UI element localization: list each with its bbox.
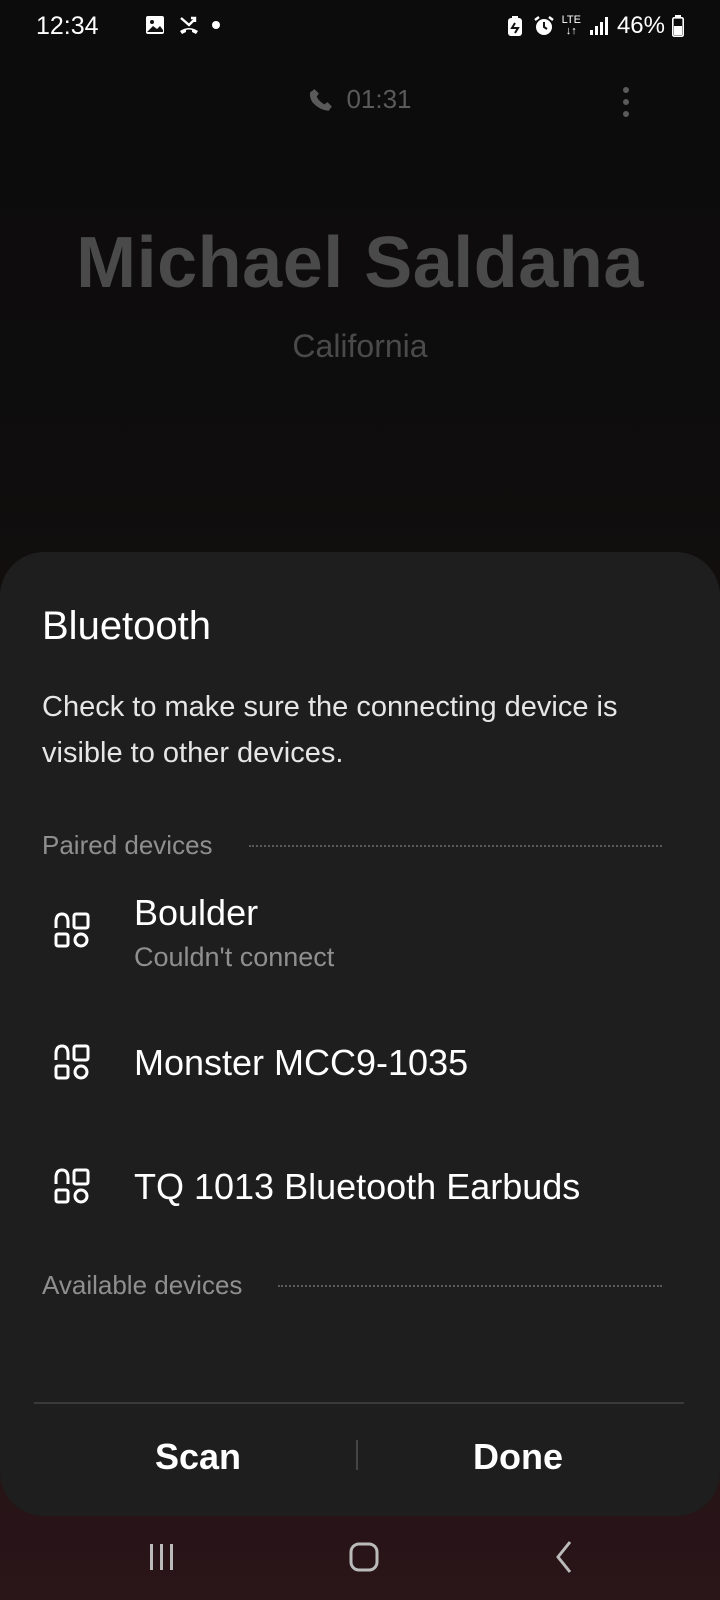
bluetooth-sheet: Bluetooth Check to make sure the connect… xyxy=(0,552,720,1516)
paired-devices-header: Paired devices xyxy=(42,830,662,861)
device-name: Boulder xyxy=(134,892,259,933)
notification-dot-icon xyxy=(212,21,220,29)
audio-device-icon xyxy=(54,1168,90,1204)
navigation-bar xyxy=(0,1516,720,1600)
device-item-tq-1013[interactable]: TQ 1013 Bluetooth Earbuds xyxy=(0,1144,720,1244)
signal-icon xyxy=(589,17,608,35)
more-vert-icon[interactable] xyxy=(616,86,636,118)
audio-device-icon xyxy=(54,1044,90,1080)
device-status: Couldn't connect xyxy=(134,942,335,972)
device-item-monster[interactable]: Monster MCC9-1035 xyxy=(0,1022,720,1122)
section-divider xyxy=(248,844,662,847)
audio-device-icon xyxy=(54,912,90,948)
available-devices-label: Available devices xyxy=(42,1270,243,1300)
device-name: Monster MCC9-1035 xyxy=(134,1042,469,1083)
alarm-icon xyxy=(533,16,554,35)
caller-location: California xyxy=(292,328,428,364)
status-bar: 12:34 LTE ↓↑ 46% xyxy=(0,0,720,54)
missed-call-icon xyxy=(180,16,198,34)
sheet-title: Bluetooth xyxy=(42,604,212,648)
section-divider xyxy=(278,1284,662,1287)
recents-icon[interactable] xyxy=(138,1536,186,1580)
caller-name: Michael Saldana xyxy=(76,223,644,303)
done-button[interactable]: Done xyxy=(368,1422,668,1492)
available-devices-header: Available devices xyxy=(42,1270,662,1301)
call-duration: 01:31 xyxy=(346,84,412,114)
phone-icon xyxy=(310,88,333,111)
battery-percent: 46% xyxy=(616,12,665,39)
call-timer: 01:31 xyxy=(0,84,720,115)
device-item-boulder[interactable]: Boulder Couldn't connect xyxy=(0,882,720,1002)
home-icon[interactable] xyxy=(340,1536,388,1580)
lte-icon: LTE ↓↑ xyxy=(561,14,581,37)
sheet-description: Check to make sure the connecting device… xyxy=(42,691,618,769)
button-separator xyxy=(356,1440,358,1470)
paired-devices-label: Paired devices xyxy=(42,830,213,860)
status-time: 12:34 xyxy=(36,12,99,40)
battery-icon xyxy=(672,15,684,37)
back-icon[interactable] xyxy=(542,1536,590,1580)
battery-saver-icon xyxy=(507,16,522,36)
button-divider xyxy=(34,1402,684,1404)
device-name: TQ 1013 Bluetooth Earbuds xyxy=(134,1166,581,1207)
scan-button[interactable]: Scan xyxy=(48,1422,348,1492)
gallery-icon xyxy=(146,16,164,34)
